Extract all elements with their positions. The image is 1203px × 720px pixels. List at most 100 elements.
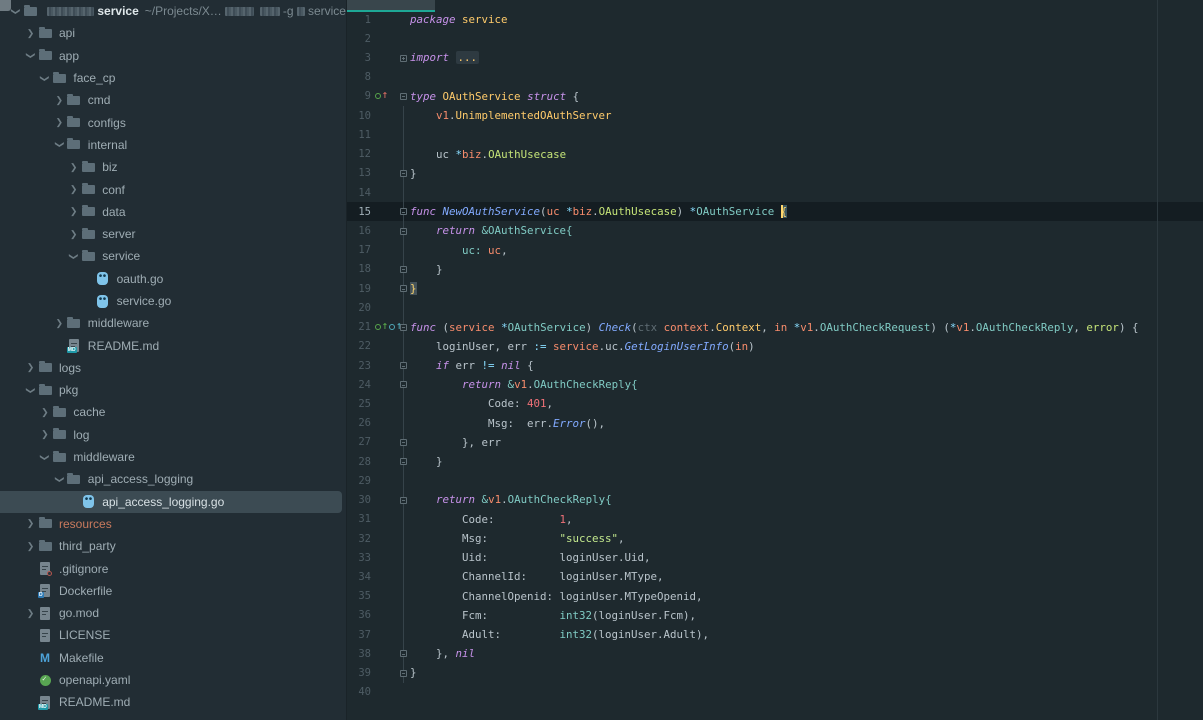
code-line-11[interactable]: 11	[347, 125, 1203, 144]
line-number[interactable]: 31	[347, 513, 373, 525]
code-line-8[interactable]: 8	[347, 68, 1203, 87]
chevron-right-icon[interactable]: ❯	[67, 163, 80, 172]
fold-expand-icon[interactable]	[400, 55, 407, 62]
tree-item-conf[interactable]: ❯conf	[0, 178, 346, 200]
code-line-33[interactable]: 33 Uid: loginUser.Uid,	[347, 548, 1203, 567]
chevron-right-icon[interactable]: ❯	[38, 430, 51, 439]
chevron-down-icon[interactable]: ❯	[40, 72, 49, 85]
tree-item-server[interactable]: ❯server	[0, 223, 346, 245]
code-line-28[interactable]: 28 }	[347, 452, 1203, 471]
tree-item-oauth-go[interactable]: ❯oauth.go	[0, 268, 346, 290]
line-number[interactable]: 30	[347, 494, 373, 506]
tree-item-logs[interactable]: ❯logs	[0, 357, 346, 379]
chevron-right-icon[interactable]: ❯	[67, 185, 80, 194]
line-number[interactable]: 13	[347, 167, 373, 179]
tree-item-makefile[interactable]: ❯MMakefile	[0, 647, 346, 669]
tree-item-internal[interactable]: ❯internal	[0, 134, 346, 156]
code-line-21[interactable]: 21↑↑func (service *OAuthService) Check(c…	[347, 318, 1203, 337]
code-line-37[interactable]: 37 Adult: int32(loginUser.Adult),	[347, 625, 1203, 644]
code-line-19[interactable]: 19}	[347, 279, 1203, 298]
code-line-36[interactable]: 36 Fcm: int32(loginUser.Fcm),	[347, 606, 1203, 625]
line-number[interactable]: 10	[347, 110, 373, 122]
tree-item-middleware[interactable]: ❯middleware	[0, 312, 346, 334]
code-line-31[interactable]: 31 Code: 1,	[347, 510, 1203, 529]
project-root-row[interactable]: ❯service~/Projects/X… -gservice	[0, 0, 346, 22]
tree-item-third-party[interactable]: ❯third_party	[0, 535, 346, 557]
tree-item-face-cp[interactable]: ❯face_cp	[0, 67, 346, 89]
code-line-3[interactable]: 3import ...	[347, 48, 1203, 67]
chevron-right-icon[interactable]: ❯	[53, 118, 66, 127]
tree-item--gitignore[interactable]: ❯.gitignore	[0, 557, 346, 579]
code-editor[interactable]: 1package service23import ...89↑type OAut…	[347, 0, 1203, 720]
fold-collapse-icon[interactable]	[400, 266, 407, 273]
tree-item-license[interactable]: ❯LICENSE	[0, 624, 346, 646]
line-number[interactable]: 11	[347, 129, 373, 141]
line-number[interactable]: 37	[347, 629, 373, 641]
tree-item-api-access-logging-go[interactable]: ❯api_access_logging.go	[0, 491, 342, 513]
code-line-16[interactable]: 16 return &OAuthService{	[347, 221, 1203, 240]
chevron-right-icon[interactable]: ❯	[67, 207, 80, 216]
code-line-39[interactable]: 39}	[347, 663, 1203, 682]
fold-collapse-icon[interactable]	[400, 497, 407, 504]
fold-collapse-icon[interactable]	[400, 170, 407, 177]
tree-item-go-mod[interactable]: ❯go.mod	[0, 602, 346, 624]
chevron-down-icon[interactable]: ❯	[55, 138, 64, 151]
tree-item-configs[interactable]: ❯configs	[0, 111, 346, 133]
line-number[interactable]: 8	[347, 71, 373, 83]
line-number[interactable]: 20	[347, 302, 373, 314]
implements-icon[interactable]: ↑	[375, 92, 388, 100]
line-number[interactable]: 16	[347, 225, 373, 237]
code-line-40[interactable]: 40	[347, 683, 1203, 702]
code-line-35[interactable]: 35 ChannelOpenid: loginUser.MTypeOpenid,	[347, 587, 1203, 606]
fold-collapse-icon[interactable]	[400, 439, 407, 446]
line-number[interactable]: 19	[347, 283, 373, 295]
chevron-down-icon[interactable]: ❯	[26, 384, 35, 397]
chevron-right-icon[interactable]: ❯	[67, 230, 80, 239]
chevron-right-icon[interactable]: ❯	[24, 519, 37, 528]
chevron-down-icon[interactable]: ❯	[69, 250, 78, 263]
line-number[interactable]: 32	[347, 533, 373, 545]
chevron-right-icon[interactable]: ❯	[24, 29, 37, 38]
line-number[interactable]: 17	[347, 244, 373, 256]
line-number[interactable]: 2	[347, 33, 373, 45]
code-pane[interactable]: 1package service23import ...89↑type OAut…	[347, 10, 1203, 702]
fold-collapse-icon[interactable]	[400, 324, 407, 331]
code-line-20[interactable]: 20	[347, 298, 1203, 317]
tree-item-app[interactable]: ❯app	[0, 45, 346, 67]
chevron-down-icon[interactable]: ❯	[55, 473, 64, 486]
chevron-right-icon[interactable]: ❯	[24, 609, 37, 618]
tree-item-data[interactable]: ❯data	[0, 201, 346, 223]
tree-item-readme-md[interactable]: ❯MDREADME.md	[0, 334, 346, 356]
fold-collapse-icon[interactable]	[400, 650, 407, 657]
line-number[interactable]: 25	[347, 398, 373, 410]
chevron-down-icon[interactable]: ❯	[40, 451, 49, 464]
line-number[interactable]: 27	[347, 436, 373, 448]
chevron-right-icon[interactable]: ❯	[53, 319, 66, 328]
code-line-38[interactable]: 38 }, nil	[347, 644, 1203, 663]
code-line-34[interactable]: 34 ChannelId: loginUser.MType,	[347, 567, 1203, 586]
chevron-down-icon[interactable]: ❯	[26, 49, 35, 62]
line-number[interactable]: 9	[347, 90, 373, 102]
tree-item-resources[interactable]: ❯resources	[0, 513, 346, 535]
code-line-10[interactable]: 10 v1.UnimplementedOAuthServer	[347, 106, 1203, 125]
fold-collapse-icon[interactable]	[400, 458, 407, 465]
line-number[interactable]: 35	[347, 590, 373, 602]
code-line-24[interactable]: 24 return &v1.OAuthCheckReply{	[347, 375, 1203, 394]
fold-collapse-icon[interactable]	[400, 93, 407, 100]
fold-collapse-icon[interactable]	[400, 381, 407, 388]
chevron-down-icon[interactable]: ❯	[11, 5, 20, 18]
line-number[interactable]: 23	[347, 360, 373, 372]
tree-item-middleware[interactable]: ❯middleware	[0, 446, 346, 468]
code-line-25[interactable]: 25 Code: 401,	[347, 394, 1203, 413]
line-number[interactable]: 14	[347, 187, 373, 199]
tree-item-service-go[interactable]: ❯service.go	[0, 290, 346, 312]
tree-item-service[interactable]: ❯service	[0, 245, 346, 267]
tree-item-openapi-yaml[interactable]: ❯openapi.yaml	[0, 669, 346, 691]
line-number[interactable]: 18	[347, 263, 373, 275]
tree-item-biz[interactable]: ❯biz	[0, 156, 346, 178]
fold-collapse-icon[interactable]	[400, 208, 407, 215]
line-number[interactable]: 26	[347, 417, 373, 429]
code-line-13[interactable]: 13}	[347, 164, 1203, 183]
tree-item-api-access-logging[interactable]: ❯api_access_logging	[0, 468, 346, 490]
tree-item-cache[interactable]: ❯cache	[0, 401, 346, 423]
